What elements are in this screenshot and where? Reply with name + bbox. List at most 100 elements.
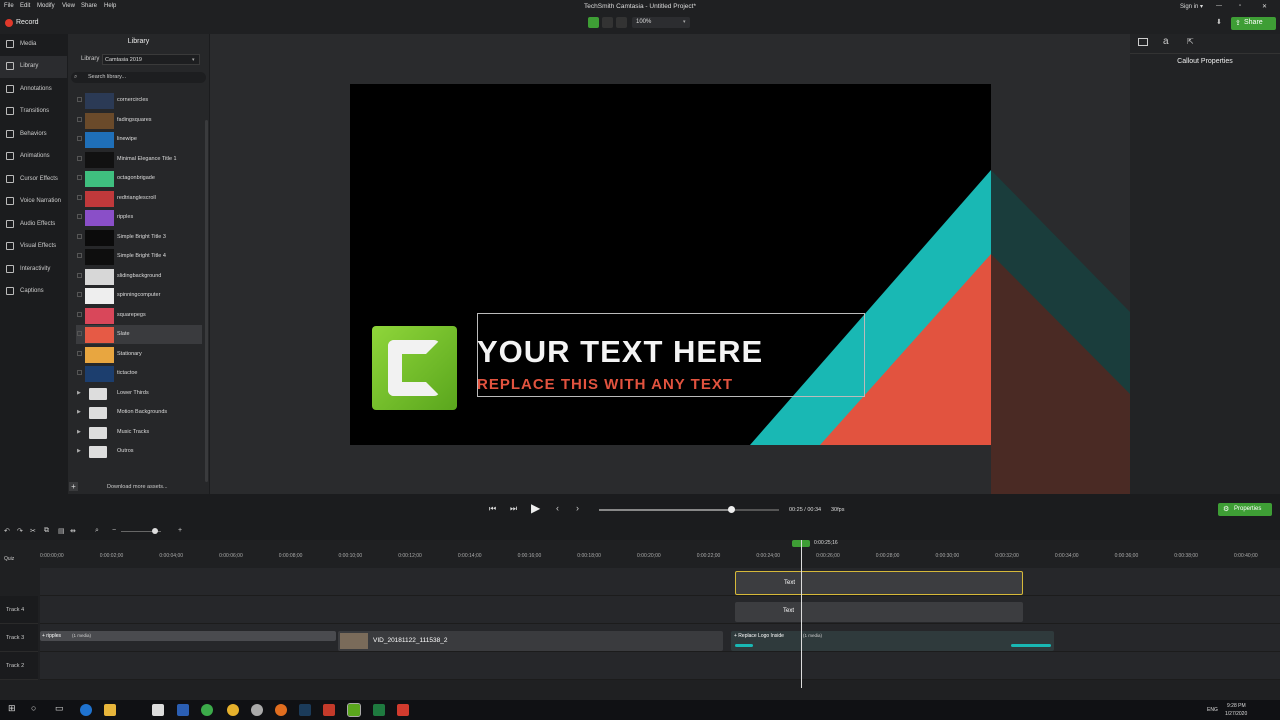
nav-visual-effects[interactable]: Visual Effects bbox=[0, 236, 67, 258]
app-icon[interactable] bbox=[201, 704, 213, 716]
checkbox[interactable] bbox=[77, 214, 82, 219]
mail-icon[interactable] bbox=[152, 704, 164, 716]
library-item[interactable]: squarepegs bbox=[76, 306, 202, 325]
language-indicator[interactable]: ENG bbox=[1207, 707, 1218, 713]
nav-animations[interactable]: Animations bbox=[0, 146, 67, 168]
nav-voice-narration[interactable]: Voice Narration bbox=[0, 191, 67, 213]
word-icon[interactable] bbox=[177, 704, 189, 716]
library-item[interactable]: Stationary bbox=[76, 345, 202, 364]
sign-in-link[interactable]: Sign in ▾ bbox=[1180, 3, 1203, 10]
split-icon[interactable]: ⇹ bbox=[70, 527, 76, 535]
video-clip[interactable]: VID_20181122_111538_2 bbox=[338, 631, 723, 651]
ripples-clip[interactable]: + ripples (1 media) bbox=[40, 631, 336, 641]
checkbox[interactable] bbox=[77, 292, 82, 297]
library-folder[interactable]: ▶ Motion Backgrounds bbox=[76, 403, 202, 422]
library-item[interactable]: Slate bbox=[76, 325, 202, 344]
library-item[interactable]: octagonbrigade bbox=[76, 169, 202, 188]
chevron-right-icon[interactable]: ▶ bbox=[77, 390, 81, 396]
library-folder[interactable]: ▶ Outros bbox=[76, 442, 202, 461]
powerpoint-icon[interactable] bbox=[323, 704, 335, 716]
nav-cursor-effects[interactable]: Cursor Effects bbox=[0, 169, 67, 191]
zoom-out-icon[interactable]: − bbox=[112, 527, 116, 534]
record-icon[interactable] bbox=[5, 19, 13, 27]
library-item[interactable]: Minimal Elegance Title 1 bbox=[76, 150, 202, 169]
select-tool-icon[interactable] bbox=[588, 17, 599, 28]
nav-library[interactable]: Library bbox=[0, 56, 67, 78]
cut-icon[interactable]: ✂ bbox=[30, 527, 36, 535]
paste-icon[interactable]: ▤ bbox=[58, 527, 65, 535]
chevron-right-icon[interactable]: ▶ bbox=[77, 448, 81, 454]
download-icon[interactable]: ⬇ bbox=[1216, 18, 1222, 26]
checkbox[interactable] bbox=[77, 155, 82, 161]
checkbox[interactable] bbox=[77, 350, 82, 356]
track-row[interactable] bbox=[40, 568, 1280, 596]
recorder-icon[interactable] bbox=[397, 704, 409, 716]
prev-icon[interactable]: ‹ bbox=[556, 503, 559, 513]
maximize-icon[interactable]: ▫ bbox=[1239, 3, 1241, 9]
library-item[interactable]: spinningcomputer bbox=[76, 286, 202, 305]
nav-captions[interactable]: Captions bbox=[0, 281, 67, 303]
checkbox[interactable] bbox=[77, 331, 82, 336]
cursor-effects-icon[interactable]: ⇱ bbox=[1187, 37, 1194, 46]
text-clip[interactable]: Text bbox=[735, 602, 1023, 622]
download-more-assets[interactable]: + Download more assets... bbox=[68, 480, 209, 494]
track-label[interactable]: Track 3 bbox=[0, 624, 38, 652]
record-button[interactable]: Record bbox=[16, 19, 39, 26]
chevron-right-icon[interactable]: ▶ bbox=[77, 429, 81, 435]
zoom-in-icon[interactable]: + bbox=[178, 527, 182, 534]
text-clip[interactable]: Text bbox=[735, 571, 1023, 595]
checkbox[interactable] bbox=[77, 136, 82, 141]
replace-logo-clip[interactable]: + Replace Logo Inside (1 media) bbox=[731, 631, 1054, 651]
checkbox[interactable] bbox=[77, 370, 82, 375]
library-item[interactable]: Simple Bright Title 4 bbox=[76, 247, 202, 266]
library-scrollbar[interactable] bbox=[205, 120, 208, 482]
share-button[interactable]: ⇪ Share bbox=[1231, 17, 1276, 30]
checkbox[interactable] bbox=[77, 175, 82, 180]
camtasia-icon[interactable] bbox=[347, 703, 361, 717]
subline-text[interactable]: REPLACE THIS WITH ANY TEXT bbox=[477, 376, 733, 393]
preview-canvas[interactable]: YOUR TEXT HERE REPLACE THIS WITH ANY TEX… bbox=[350, 84, 1130, 494]
timeline-ruler[interactable]: 0:00:00;00 0:00:02;00 0:00:04;00 0:00:06;00… bbox=[0, 540, 1280, 562]
nav-behaviors[interactable]: Behaviors bbox=[0, 124, 67, 146]
callout-icon[interactable] bbox=[1138, 38, 1148, 46]
checkbox[interactable] bbox=[77, 272, 82, 278]
close-icon[interactable]: ✕ bbox=[1262, 3, 1267, 10]
photoshop-icon[interactable] bbox=[299, 704, 311, 716]
library-item[interactable]: linewipe bbox=[76, 130, 202, 149]
minimize-icon[interactable]: — bbox=[1216, 3, 1222, 9]
scrubber-handle[interactable] bbox=[728, 506, 736, 513]
track-row[interactable] bbox=[40, 596, 1280, 624]
track-label[interactable]: Track 4 bbox=[0, 596, 38, 624]
search-icon[interactable]: ○ bbox=[31, 703, 36, 713]
zoom-slider[interactable] bbox=[121, 528, 161, 534]
library-selector[interactable]: Camtasia 2019 ▾ bbox=[102, 54, 200, 65]
checkbox[interactable] bbox=[77, 233, 82, 239]
checkbox[interactable] bbox=[77, 116, 82, 122]
undo-icon[interactable]: ↶ bbox=[4, 527, 10, 535]
firefox-icon[interactable] bbox=[275, 704, 287, 716]
headline-text[interactable]: YOUR TEXT HERE bbox=[477, 334, 763, 370]
step-back-icon[interactable]: ⏮ bbox=[489, 504, 496, 514]
scrubber-track[interactable] bbox=[599, 506, 779, 513]
nav-audio-effects[interactable]: Audio Effects bbox=[0, 214, 67, 236]
nav-annotations[interactable]: Annotations bbox=[0, 79, 67, 101]
library-item[interactable]: cornercircles bbox=[76, 91, 202, 110]
text-icon[interactable]: a bbox=[1163, 36, 1169, 47]
library-item[interactable]: redtrianglescroll bbox=[76, 189, 202, 208]
checkbox[interactable] bbox=[77, 311, 82, 317]
track-row[interactable] bbox=[40, 652, 1280, 680]
nav-media[interactable]: Media bbox=[0, 34, 67, 56]
camtasia-logo[interactable] bbox=[372, 326, 457, 410]
library-folder[interactable]: ▶ Lower Thirds bbox=[76, 384, 202, 403]
edge-icon[interactable] bbox=[80, 704, 92, 716]
app-icon[interactable] bbox=[251, 704, 263, 716]
chrome-icon[interactable] bbox=[227, 704, 239, 716]
start-icon[interactable]: ⊞ bbox=[8, 703, 16, 714]
play-icon[interactable]: ▶ bbox=[531, 501, 540, 515]
pan-tool-icon[interactable] bbox=[602, 17, 613, 28]
zoom-dropdown[interactable]: 100% ▾ bbox=[632, 17, 690, 28]
nav-interactivity[interactable]: Interactivity bbox=[0, 259, 67, 281]
track-label[interactable]: Track 2 bbox=[0, 652, 38, 680]
step-forward-icon[interactable]: ⏭ bbox=[510, 504, 517, 514]
checkbox[interactable] bbox=[77, 97, 82, 102]
